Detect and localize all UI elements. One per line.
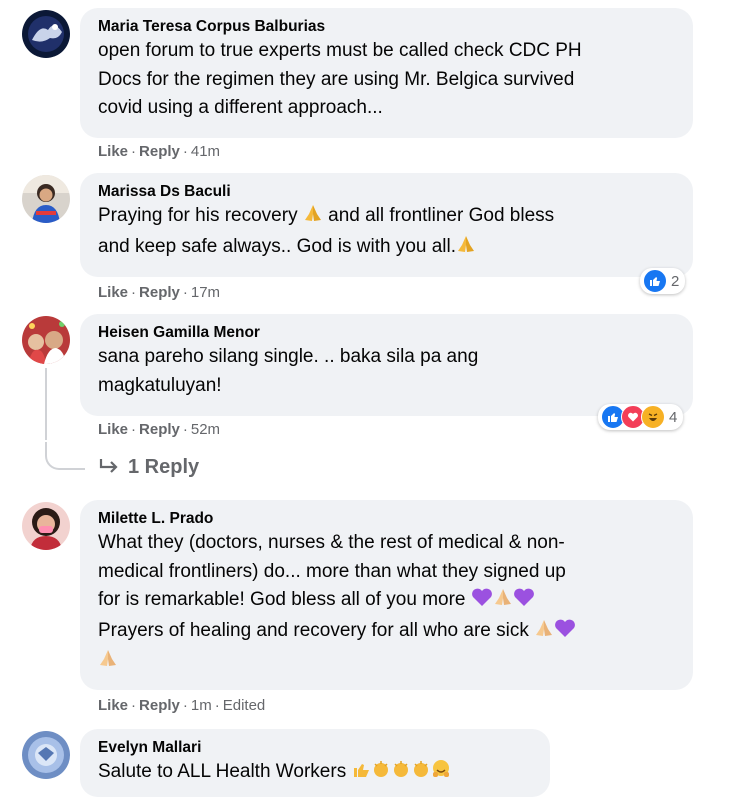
folded-hands-emoji-icon xyxy=(98,648,118,678)
comment-bubble: Maria Teresa Corpus Balburias open forum… xyxy=(80,8,693,138)
comment-text-line: Praying for his recovery and all frontli… xyxy=(98,202,677,233)
like-link[interactable]: Like xyxy=(98,143,128,160)
comment-text-line: sana pareho silang single. .. baka sila … xyxy=(98,346,479,367)
folded-hands-emoji-icon xyxy=(456,234,476,264)
view-replies-link[interactable]: 1 Reply xyxy=(98,456,199,481)
like-icon xyxy=(643,269,667,293)
like-link[interactable]: Like xyxy=(98,284,128,301)
purple-heart-emoji-icon xyxy=(513,587,535,617)
thumbs-up-emoji-icon xyxy=(351,759,371,789)
reply-link[interactable]: Reply xyxy=(139,143,180,160)
comment-text-line xyxy=(98,647,677,678)
edited-label: Edited xyxy=(222,697,266,714)
comment-bubble: Marissa Ds Baculi Praying for his recove… xyxy=(80,173,693,277)
avatar[interactable] xyxy=(22,10,70,58)
haha-icon xyxy=(641,405,665,429)
comment-actions: Like · Reply · 1m · Edited xyxy=(98,697,266,714)
reaction-count: 4 xyxy=(669,408,678,426)
comment-text: Prayers of healing and recovery for all … xyxy=(98,619,529,641)
comment-bubble: Milette L. Prado What they (doctors, nur… xyxy=(80,500,693,690)
comment-text-line: Prayers of healing and recovery for all … xyxy=(98,617,677,648)
timestamp[interactable]: 41m xyxy=(191,143,220,160)
like-link[interactable]: Like xyxy=(98,697,128,714)
comment-author[interactable]: Milette L. Prado xyxy=(98,509,677,529)
reply-link[interactable]: Reply xyxy=(139,421,180,438)
hugging-face-emoji-icon xyxy=(431,759,451,789)
purple-heart-emoji-icon xyxy=(554,618,576,648)
comment-actions: Like · Reply · 52m xyxy=(98,421,221,438)
comment-text: Salute to ALL Health Workers xyxy=(98,761,347,782)
comment-author[interactable]: Marissa Ds Baculi xyxy=(98,182,677,202)
comment-text: for is remarkable! God bless all of you … xyxy=(98,589,466,610)
avatar[interactable] xyxy=(22,731,70,779)
timestamp[interactable]: 17m xyxy=(191,284,220,301)
comment-text: and keep safe always.. God is with you a… xyxy=(98,235,457,257)
thread-connector xyxy=(45,442,85,470)
like-link[interactable]: Like xyxy=(98,421,128,438)
comment-text-line: covid using a different approach... xyxy=(98,97,383,118)
reply-arrow-icon xyxy=(98,457,120,481)
reaction-summary[interactable]: 4 xyxy=(598,404,684,430)
thread-connector xyxy=(45,368,47,440)
comment-text-line: What they (doctors, nurses & the rest of… xyxy=(98,532,565,553)
comment-author[interactable]: Evelyn Mallari xyxy=(98,738,534,758)
comment-text-line: and keep safe always.. God is with you a… xyxy=(98,233,677,264)
comment-text-line: medical frontliners) do... more than wha… xyxy=(98,560,566,582)
clapping-hands-emoji-icon xyxy=(411,759,431,789)
comment-text-line: for is remarkable! God bless all of you … xyxy=(98,586,677,617)
folded-hands-emoji-icon xyxy=(303,203,323,233)
comment-text-line: magkatuluyan! xyxy=(98,374,222,396)
reaction-count: 2 xyxy=(671,272,680,290)
clapping-hands-emoji-icon xyxy=(391,759,411,789)
avatar[interactable] xyxy=(22,502,70,550)
avatar[interactable] xyxy=(22,316,70,364)
comment-text: Praying for his recovery xyxy=(98,205,298,226)
comment-text-line: Salute to ALL Health Workers xyxy=(98,758,534,789)
folded-hands-emoji-icon xyxy=(534,618,554,648)
comment-author[interactable]: Heisen Gamilla Menor xyxy=(98,323,677,343)
folded-hands-emoji-icon xyxy=(493,587,513,617)
timestamp[interactable]: 1m xyxy=(191,697,212,714)
purple-heart-emoji-icon xyxy=(471,587,493,617)
comment-bubble: Evelyn Mallari Salute to ALL Health Work… xyxy=(80,729,550,797)
timestamp[interactable]: 52m xyxy=(191,421,220,438)
comment-text-line: Docs for the regimen they are using Mr. … xyxy=(98,68,575,90)
comment-author[interactable]: Maria Teresa Corpus Balburias xyxy=(98,17,677,37)
avatar[interactable] xyxy=(22,175,70,223)
comment-actions: Like · Reply · 41m xyxy=(98,143,221,160)
reply-link[interactable]: Reply xyxy=(139,697,180,714)
comment-text: and all frontliner God bless xyxy=(328,205,555,226)
reply-link[interactable]: Reply xyxy=(139,284,180,301)
clapping-hands-emoji-icon xyxy=(371,759,391,789)
comment-actions: Like · Reply · 17m xyxy=(98,284,221,301)
replies-count: 1 Reply xyxy=(128,456,200,478)
reaction-summary[interactable]: 2 xyxy=(640,268,686,294)
comment-text-line: open forum to true experts must be calle… xyxy=(98,40,582,61)
comment-bubble: Heisen Gamilla Menor sana pareho silang … xyxy=(80,314,693,416)
